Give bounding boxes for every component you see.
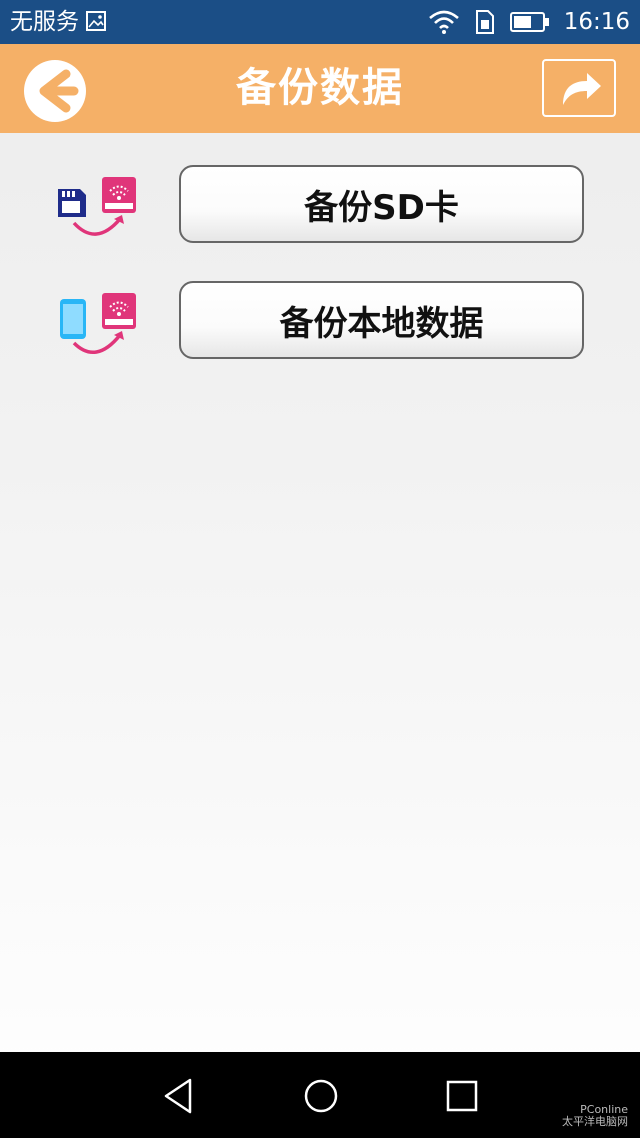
share-arrow-icon (563, 73, 601, 105)
backup-local-data-button[interactable]: 备份本地数据 (179, 281, 584, 359)
clock: 16:16 (563, 9, 630, 35)
carrier-label: 无服务 (10, 9, 79, 35)
sim-card-icon (475, 10, 494, 34)
recents-square-icon[interactable] (444, 1076, 480, 1116)
status-indicators: 16:16 (428, 0, 630, 44)
photo-notification-icon (86, 11, 106, 31)
backup-sd-card-button[interactable]: 备份SD卡 (179, 165, 584, 243)
phone-to-device-icon (60, 293, 136, 354)
back-arrow-icon (24, 60, 86, 122)
wifi-icon (428, 10, 459, 34)
battery-icon (509, 12, 549, 32)
backup-sd-row: 备份SD卡 (0, 165, 640, 245)
back-triangle-icon[interactable] (160, 1076, 196, 1116)
share-button[interactable] (542, 59, 616, 117)
backup-local-row: 备份本地数据 (0, 281, 640, 361)
home-circle-icon[interactable] (302, 1076, 340, 1116)
app-header: 备份数据 (0, 44, 640, 133)
watermark-line2: 太平洋电脑网 (562, 1115, 628, 1128)
sd-card-to-device-icon (58, 177, 136, 236)
watermark: PConline 太平洋电脑网 (562, 1104, 628, 1128)
status-bar: 无服务 16:16 (0, 0, 640, 44)
back-button[interactable] (22, 58, 88, 124)
navigation-bar: PConline 太平洋电脑网 (0, 1052, 640, 1138)
app-root: 无服务 16:16 备份数据 备份SD卡 备份本地数据 PConline 太平洋… (0, 0, 640, 1138)
